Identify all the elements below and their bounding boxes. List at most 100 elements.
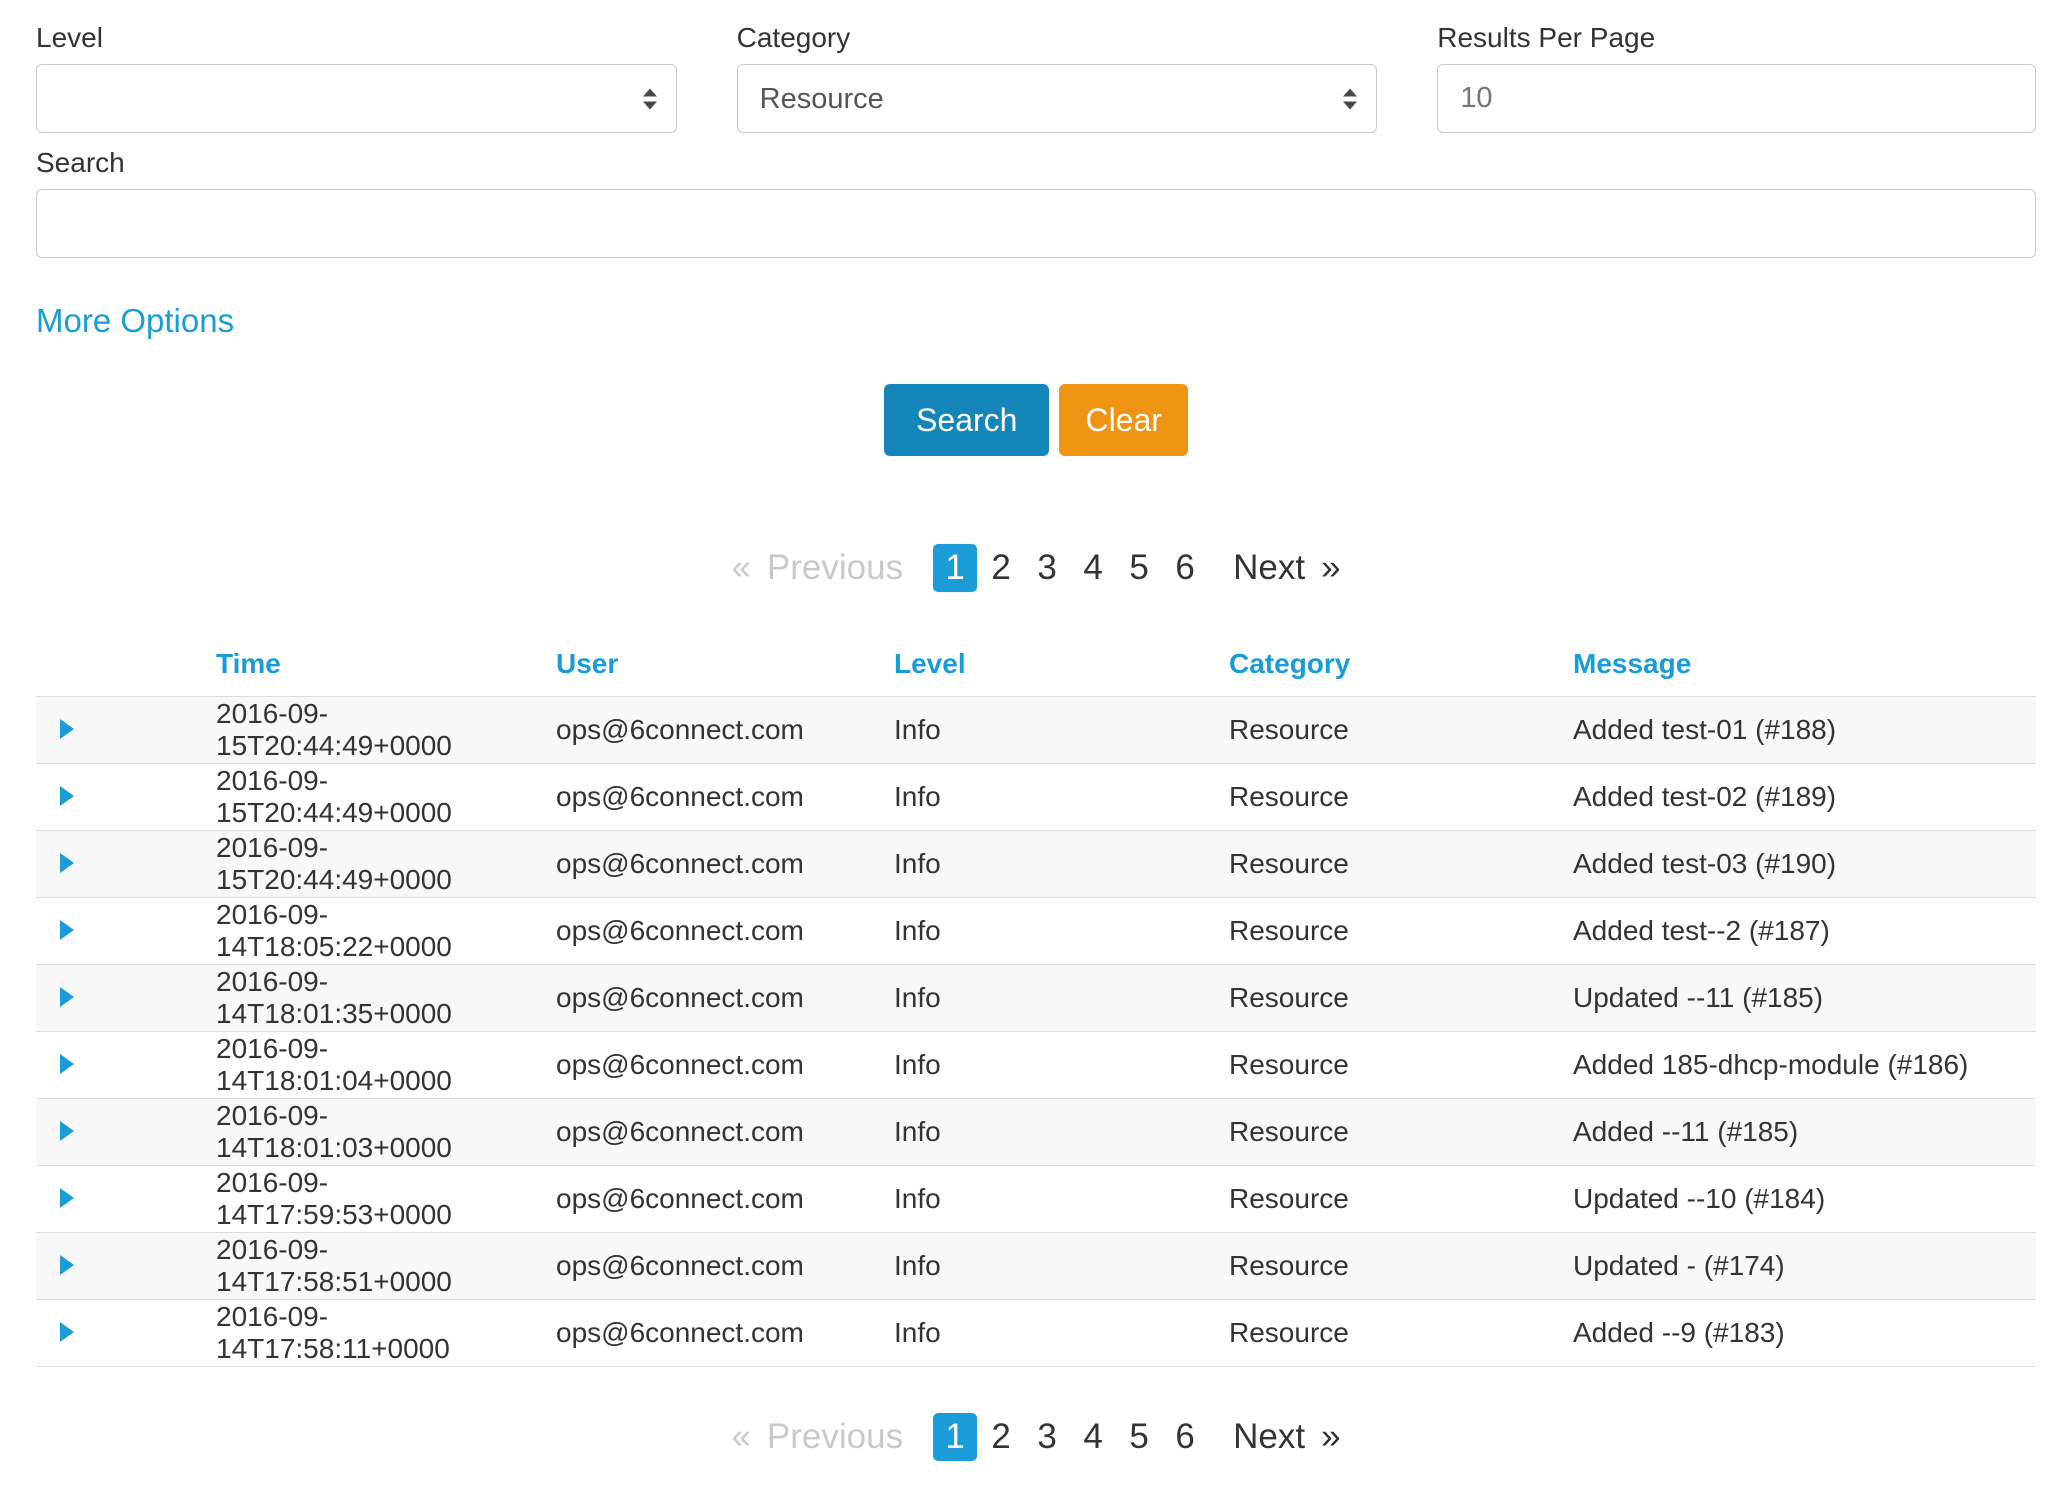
expand-cell <box>36 1099 206 1166</box>
log-table-body: 2016-09-15T20:44:49+0000 ops@6connect.co… <box>36 697 2036 1367</box>
filters-row: Level Category Resource Results Per Page <box>36 22 2036 133</box>
expand-cell <box>36 965 206 1032</box>
log-search-page: Level Category Resource Results Per Page <box>0 0 2072 1507</box>
column-header-time[interactable]: Time <box>206 634 546 697</box>
results-per-page-label: Results Per Page <box>1437 22 2036 54</box>
cell-message: Added --11 (#185) <box>1563 1099 2036 1166</box>
expand-cell <box>36 1300 206 1367</box>
table-row: 2016-09-14T18:05:22+0000 ops@6connect.co… <box>36 898 2036 965</box>
cell-user: ops@6connect.com <box>546 898 884 965</box>
expand-row-icon[interactable] <box>60 1188 74 1208</box>
cell-user: ops@6connect.com <box>546 764 884 831</box>
table-row: 2016-09-14T17:58:51+0000 ops@6connect.co… <box>36 1233 2036 1300</box>
cell-time: 2016-09-14T18:01:35+0000 <box>206 965 546 1032</box>
cell-time: 2016-09-14T18:01:03+0000 <box>206 1099 546 1166</box>
page-button-5[interactable]: 5 <box>1117 544 1161 592</box>
expand-cell <box>36 1233 206 1300</box>
expand-row-icon[interactable] <box>60 920 74 940</box>
page-list: 123456 <box>933 1413 1207 1461</box>
cell-level: Info <box>884 1166 1219 1233</box>
page-button-1[interactable]: 1 <box>933 544 977 592</box>
page-button-3[interactable]: 3 <box>1025 544 1069 592</box>
cell-time: 2016-09-14T17:58:51+0000 <box>206 1233 546 1300</box>
cell-level: Info <box>884 831 1219 898</box>
clear-button[interactable]: Clear <box>1059 384 1187 456</box>
cell-level: Info <box>884 1032 1219 1099</box>
cell-level: Info <box>884 764 1219 831</box>
column-header-message[interactable]: Message <box>1563 634 2036 697</box>
page-button-1[interactable]: 1 <box>933 1413 977 1461</box>
expand-cell <box>36 831 206 898</box>
pagination-next[interactable]: Next » <box>1233 548 1340 588</box>
table-row: 2016-09-15T20:44:49+0000 ops@6connect.co… <box>36 697 2036 764</box>
column-header-user[interactable]: User <box>546 634 884 697</box>
cell-user: ops@6connect.com <box>546 697 884 764</box>
page-button-5[interactable]: 5 <box>1117 1413 1161 1461</box>
more-options-link[interactable]: More Options <box>36 302 234 340</box>
search-input[interactable] <box>36 189 2036 258</box>
table-row: 2016-09-14T17:58:11+0000 ops@6connect.co… <box>36 1300 2036 1367</box>
next-arrow-icon: » <box>1321 1417 1340 1457</box>
level-select[interactable] <box>36 64 677 133</box>
page-button-3[interactable]: 3 <box>1025 1413 1069 1461</box>
cell-category: Resource <box>1219 1166 1563 1233</box>
expand-row-icon[interactable] <box>60 1322 74 1342</box>
cell-message: Added test-01 (#188) <box>1563 697 2036 764</box>
cell-category: Resource <box>1219 965 1563 1032</box>
cell-time: 2016-09-14T17:59:53+0000 <box>206 1166 546 1233</box>
cell-message: Updated --11 (#185) <box>1563 965 2036 1032</box>
level-label: Level <box>36 22 677 54</box>
cell-time: 2016-09-15T20:44:49+0000 <box>206 764 546 831</box>
cell-category: Resource <box>1219 831 1563 898</box>
cell-message: Added 185-dhcp-module (#186) <box>1563 1032 2036 1099</box>
table-row: 2016-09-14T18:01:35+0000 ops@6connect.co… <box>36 965 2036 1032</box>
cell-user: ops@6connect.com <box>546 1166 884 1233</box>
cell-user: ops@6connect.com <box>546 1099 884 1166</box>
page-button-6[interactable]: 6 <box>1163 544 1207 592</box>
pagination-bottom: « Previous 123456 Next » <box>36 1413 2036 1461</box>
expand-row-icon[interactable] <box>60 719 74 739</box>
pagination-previous: « Previous <box>731 548 903 588</box>
cell-level: Info <box>884 898 1219 965</box>
expand-cell <box>36 1032 206 1099</box>
cell-category: Resource <box>1219 1233 1563 1300</box>
category-select[interactable]: Resource <box>737 64 1378 133</box>
cell-user: ops@6connect.com <box>546 831 884 898</box>
cell-level: Info <box>884 1300 1219 1367</box>
results-per-page-input[interactable] <box>1437 64 2036 133</box>
cell-category: Resource <box>1219 898 1563 965</box>
page-button-2[interactable]: 2 <box>979 544 1023 592</box>
category-label: Category <box>737 22 1378 54</box>
page-button-2[interactable]: 2 <box>979 1413 1023 1461</box>
search-button[interactable]: Search <box>884 384 1049 456</box>
cell-time: 2016-09-14T18:01:04+0000 <box>206 1032 546 1099</box>
expand-row-icon[interactable] <box>60 853 74 873</box>
cell-message: Added test-02 (#189) <box>1563 764 2036 831</box>
expand-row-icon[interactable] <box>60 1255 74 1275</box>
cell-level: Info <box>884 1233 1219 1300</box>
column-header-category[interactable]: Category <box>1219 634 1563 697</box>
page-button-4[interactable]: 4 <box>1071 1413 1115 1461</box>
cell-user: ops@6connect.com <box>546 1032 884 1099</box>
pagination-next[interactable]: Next » <box>1233 1417 1340 1457</box>
column-header-level[interactable]: Level <box>884 634 1219 697</box>
expand-row-icon[interactable] <box>60 1121 74 1141</box>
previous-arrow-icon: « <box>731 548 750 588</box>
expand-row-icon[interactable] <box>60 1054 74 1074</box>
previous-label: Previous <box>767 548 903 588</box>
next-arrow-icon: » <box>1321 548 1340 588</box>
cell-level: Info <box>884 1099 1219 1166</box>
page-button-6[interactable]: 6 <box>1163 1413 1207 1461</box>
cell-time: 2016-09-15T20:44:49+0000 <box>206 831 546 898</box>
cell-time: 2016-09-15T20:44:49+0000 <box>206 697 546 764</box>
cell-message: Updated --10 (#184) <box>1563 1166 2036 1233</box>
expand-row-icon[interactable] <box>60 786 74 806</box>
table-header-row: Time User Level Category Message <box>36 634 2036 697</box>
expand-row-icon[interactable] <box>60 987 74 1007</box>
cell-category: Resource <box>1219 1099 1563 1166</box>
pagination-previous: « Previous <box>731 1417 903 1457</box>
page-button-4[interactable]: 4 <box>1071 544 1115 592</box>
log-table: Time User Level Category Message 2016-09… <box>36 634 2036 1367</box>
cell-level: Info <box>884 965 1219 1032</box>
cell-user: ops@6connect.com <box>546 1300 884 1367</box>
